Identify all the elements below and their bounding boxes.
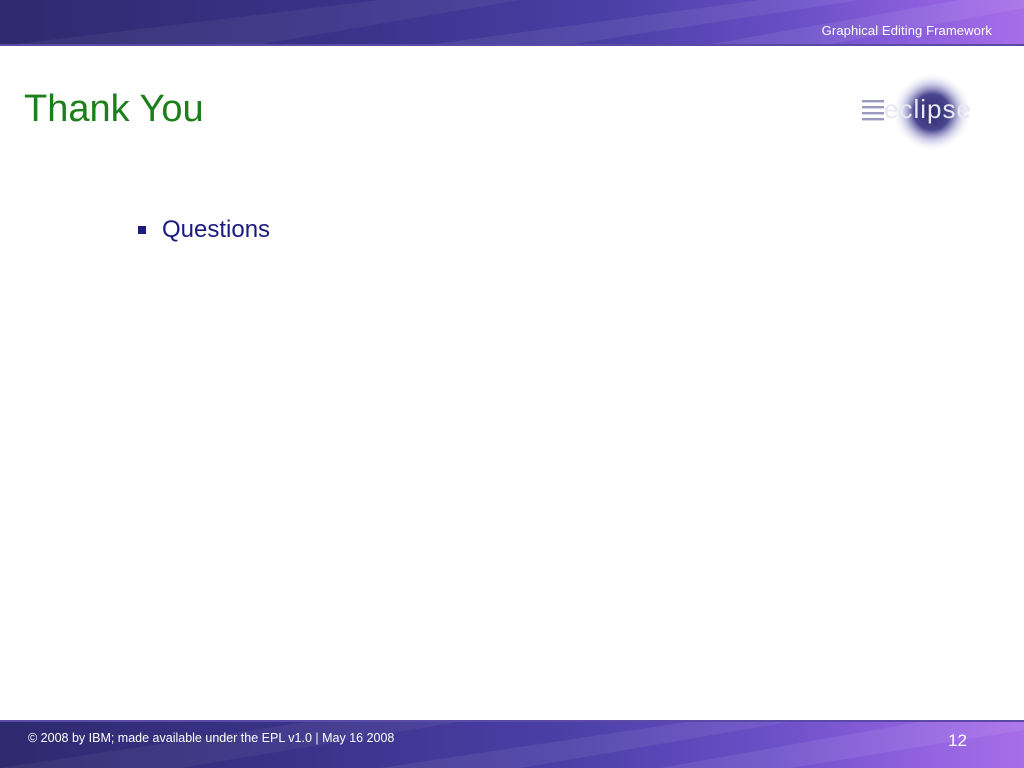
slide-title: Thank You [24,88,204,130]
bullet-text: Questions [162,216,271,243]
bullet-list: Questions [136,214,270,246]
footer-rule [0,720,1024,722]
presentation-slide: Graphical Editing Framework Thank You ec… [0,0,1024,768]
footer-band: © 2008 by IBM; made available under the … [0,720,1024,768]
header-band: Graphical Editing Framework [0,0,1024,46]
footer-copyright: © 2008 by IBM; made available under the … [28,731,395,745]
header-rule [0,44,1024,46]
page-number: 12 [948,731,967,750]
eclipse-logo-icon: eclipse [862,72,972,152]
bullet-item: Questions [136,214,270,246]
header-title: Graphical Editing Framework [821,23,992,38]
square-bullet-icon [138,226,146,234]
logo-text: eclipse [884,94,972,124]
